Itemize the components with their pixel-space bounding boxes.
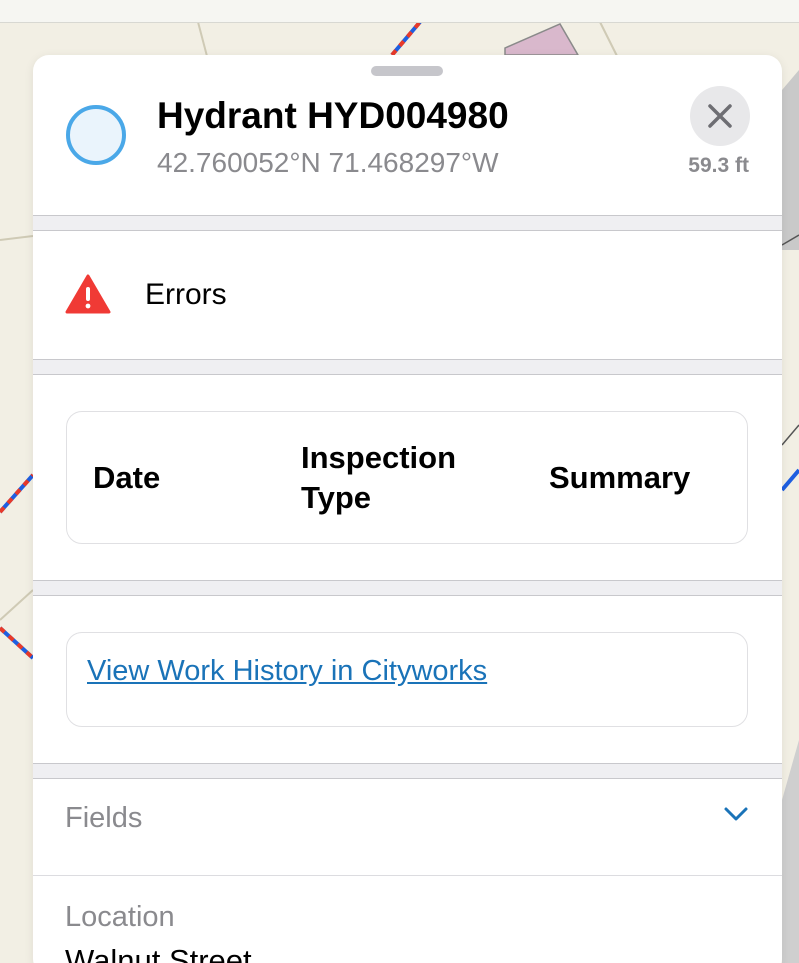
feature-title: Hydrant HYD004980: [157, 95, 509, 136]
section-divider: [33, 580, 782, 596]
warning-triangle-icon: [65, 274, 111, 314]
feature-popup-sheet: Hydrant HYD004980 42.760052°N 71.468297°…: [33, 55, 782, 963]
section-divider: [33, 215, 782, 231]
hydrant-symbol-icon: [66, 105, 126, 165]
column-header-date: Date: [93, 460, 161, 495]
location-field-value: Walnut Street: [65, 943, 252, 963]
location-field-label: Location: [65, 901, 175, 933]
errors-row[interactable]: Errors: [33, 231, 782, 358]
feature-coordinates: 42.760052°N 71.468297°W: [157, 147, 499, 178]
status-bar: [0, 0, 799, 23]
errors-label: Errors: [145, 278, 227, 311]
distance-label: 59.3 ft: [688, 154, 749, 177]
chevron-down-icon[interactable]: [723, 806, 749, 822]
section-divider: [33, 763, 782, 779]
fields-label: Fields: [65, 802, 143, 834]
inspection-table: Date Inspection Type Summary: [66, 411, 748, 544]
close-icon: [708, 104, 732, 128]
view-work-history-link[interactable]: View Work History in Cityworks: [87, 655, 487, 688]
popup-header: Hydrant HYD004980 42.760052°N 71.468297°…: [33, 55, 782, 215]
section-divider: [33, 359, 782, 375]
fields-section-header[interactable]: Fields: [33, 780, 782, 876]
column-header-inspection-type: Inspection Type: [301, 440, 457, 515]
work-history-card: View Work History in Cityworks: [66, 632, 748, 727]
column-header-summary: Summary: [549, 460, 691, 495]
close-button[interactable]: [690, 86, 750, 146]
